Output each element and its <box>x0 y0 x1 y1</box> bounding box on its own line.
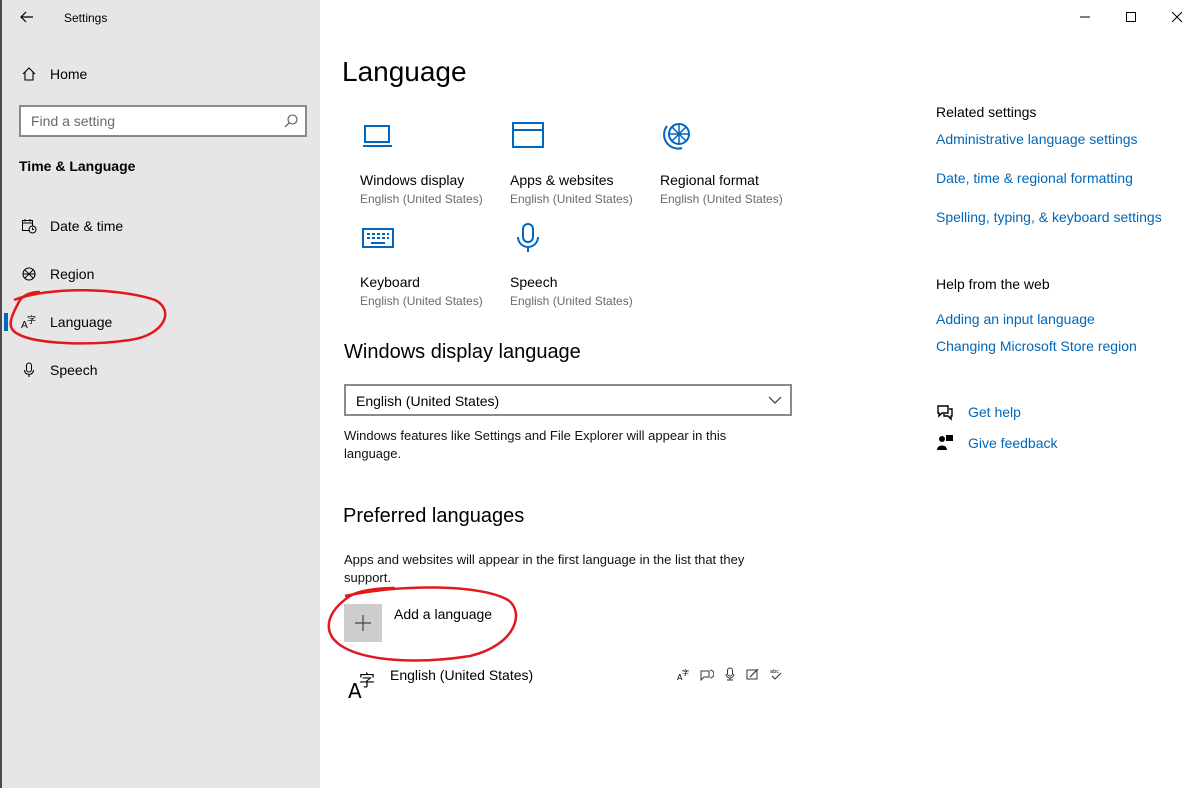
feedback-icon <box>936 434 954 452</box>
language-icon: A字 <box>20 313 38 331</box>
search-icon <box>284 114 298 128</box>
preferred-languages-description: Apps and websites will appear in the fir… <box>344 552 745 585</box>
tile-windows-display[interactable]: Windows display English (United States) <box>360 120 510 207</box>
back-button[interactable] <box>16 6 38 28</box>
chevron-down-icon <box>768 396 782 404</box>
maximize-icon <box>1126 12 1136 22</box>
tile-sub: English (United States) <box>510 192 633 206</box>
preferred-languages-heading: Preferred languages <box>343 505 525 527</box>
language-features: A字 abc <box>676 666 784 682</box>
language-pack-icon: A字 <box>676 666 692 682</box>
sidebar-item-label: Home <box>50 66 88 82</box>
text-to-speech-icon <box>699 666 715 682</box>
link-spelling-typing-keyboard[interactable]: Spelling, typing, & keyboard settings <box>936 209 1186 225</box>
svg-text:字: 字 <box>682 668 689 677</box>
sidebar-item-region[interactable]: Region <box>2 254 318 294</box>
globe-icon <box>20 265 38 283</box>
tile-label: Apps & websites <box>510 172 614 188</box>
give-feedback-label: Give feedback <box>968 435 1058 451</box>
back-arrow-icon <box>20 11 33 23</box>
tile-sub: English (United States) <box>510 294 633 308</box>
microphone-icon <box>517 223 539 252</box>
selection-indicator <box>4 313 8 331</box>
section-title: Time & Language <box>19 158 136 174</box>
link-administrative-language[interactable]: Administrative language settings <box>936 131 1186 147</box>
link-changing-store-region[interactable]: Changing Microsoft Store region <box>936 338 1186 354</box>
browser-window-icon <box>512 122 544 148</box>
display-language-dropdown[interactable]: English (United States) <box>344 384 792 416</box>
tile-sub: English (United States) <box>360 192 483 206</box>
svg-text:abc: abc <box>770 669 779 675</box>
home-icon <box>20 65 38 83</box>
tile-apps-websites[interactable]: Apps & websites English (United States) <box>510 120 660 207</box>
chat-help-icon <box>936 403 954 421</box>
tile-keyboard[interactable]: Keyboard English (United States) <box>360 222 510 309</box>
minimize-button[interactable] <box>1062 0 1108 34</box>
spellcheck-icon: abc <box>768 666 784 682</box>
display-language-heading: Windows display language <box>344 341 581 363</box>
language-icon: A字 <box>348 671 375 700</box>
window-controls <box>1062 0 1200 34</box>
related-settings-heading: Related settings <box>936 104 1037 120</box>
maximize-button[interactable] <box>1108 0 1154 34</box>
language-list-item[interactable]: A字 English (United States) A字 abc <box>346 664 786 704</box>
link-adding-input-language[interactable]: Adding an input language <box>936 311 1186 327</box>
give-feedback-link[interactable]: Give feedback <box>936 434 1058 452</box>
minimize-icon <box>1080 16 1090 18</box>
language-name: English (United States) <box>390 667 534 683</box>
get-help-link[interactable]: Get help <box>936 403 1021 421</box>
speech-recognition-icon <box>722 666 738 682</box>
tile-label: Regional format <box>660 172 759 188</box>
add-language-button[interactable]: Add a language <box>344 603 492 643</box>
calendar-clock-icon <box>20 217 38 235</box>
globe-icon <box>663 123 690 150</box>
keyboard-icon <box>362 228 394 248</box>
tile-label: Windows display <box>360 172 465 188</box>
handwriting-icon <box>745 666 761 682</box>
page-title: Language <box>342 56 467 87</box>
help-web-heading: Help from the web <box>936 276 1050 292</box>
svg-text:字: 字 <box>27 314 36 326</box>
tile-label: Keyboard <box>360 274 420 290</box>
main-content: Language Windows display English (United… <box>320 0 1200 788</box>
close-button[interactable] <box>1154 0 1200 34</box>
search-placeholder: Find a setting <box>31 113 116 129</box>
tile-speech[interactable]: Speech English (United States) <box>510 222 660 309</box>
sidebar-item-speech[interactable]: Speech <box>2 350 318 390</box>
sidebar: Settings Home Find a setting Time & Lang… <box>0 0 320 788</box>
tile-regional-format[interactable]: Regional format English (United States) <box>660 120 810 207</box>
plus-icon <box>344 604 382 642</box>
sidebar-item-date-time[interactable]: Date & time <box>2 206 318 246</box>
sidebar-item-label: Date & time <box>50 218 124 234</box>
tile-sub: English (United States) <box>660 192 783 206</box>
sidebar-item-home[interactable]: Home <box>2 54 318 94</box>
link-date-time-regional[interactable]: Date, time & regional formatting <box>936 170 1186 186</box>
monitor-icon <box>363 125 392 147</box>
sidebar-item-label: Region <box>50 266 95 282</box>
app-title: Settings <box>64 11 108 25</box>
tile-label: Speech <box>510 274 558 290</box>
microphone-icon <box>20 361 38 379</box>
svg-text:字: 字 <box>359 671 375 690</box>
sidebar-item-label: Speech <box>50 362 98 378</box>
search-input[interactable]: Find a setting <box>19 105 307 137</box>
sidebar-item-language[interactable]: A字 Language <box>2 302 318 342</box>
tile-sub: English (United States) <box>360 294 483 308</box>
add-language-label: Add a language <box>394 606 493 622</box>
close-icon <box>1171 11 1183 23</box>
display-language-description: Windows features like Settings and File … <box>344 428 727 461</box>
get-help-label: Get help <box>968 404 1021 420</box>
dropdown-value: English (United States) <box>356 393 500 409</box>
sidebar-item-label: Language <box>50 314 113 330</box>
